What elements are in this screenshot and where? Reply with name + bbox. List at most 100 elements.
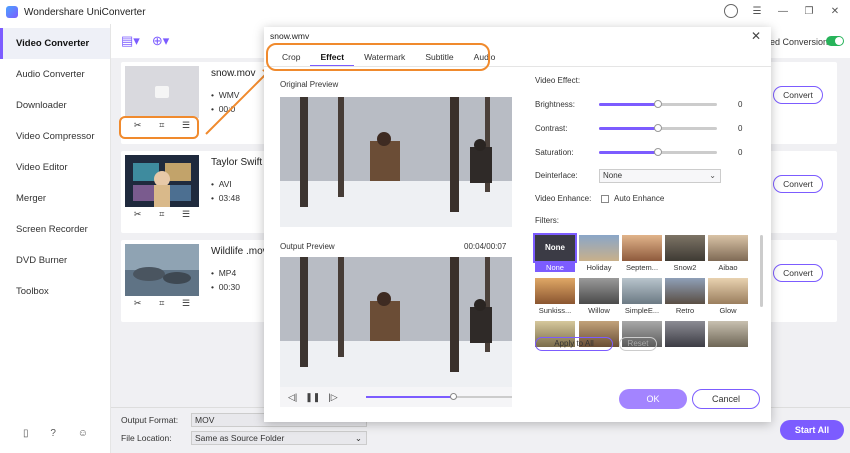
trim-icon[interactable]: ✂ (134, 298, 142, 309)
auto-enhance-label: Auto Enhance (614, 194, 665, 203)
sidebar-item-video-editor[interactable]: Video Editor (0, 152, 110, 183)
filters-scrollbar[interactable] (760, 235, 763, 307)
filter-willow[interactable]: Willow (579, 278, 619, 315)
play-icon (155, 86, 169, 98)
contrast-handle[interactable] (654, 124, 662, 132)
output-preview (280, 257, 512, 387)
sidebar-item-audio-converter[interactable]: Audio Converter (0, 59, 110, 90)
filter-name: None (535, 263, 575, 272)
account-icon[interactable] (724, 4, 738, 18)
sidebar-item-dvd-burner[interactable]: DVD Burner (0, 245, 110, 276)
help-icon[interactable]: ? (50, 428, 56, 439)
high-speed-toggle[interactable] (826, 36, 844, 46)
video-effect-label: Video Effect: (535, 76, 581, 85)
filter-simple-elegant[interactable]: SimpleE... (622, 278, 662, 315)
sidebar-item-toolbox[interactable]: Toolbox (0, 276, 110, 307)
pause-icon[interactable]: ❚❚ (305, 392, 320, 403)
window-controls: ☰ — ❐ ✕ (724, 4, 842, 18)
convert-button[interactable]: Convert (773, 86, 823, 104)
filter-holiday[interactable]: Holiday (579, 235, 619, 272)
file-location-select[interactable]: Same as Source Folder ⌄ (191, 431, 367, 445)
minimize-icon[interactable]: — (776, 6, 790, 17)
book-icon[interactable]: ▯ (23, 428, 29, 439)
app-title: Wondershare UniConverter (24, 6, 146, 18)
crop-icon[interactable]: ⌗ (159, 298, 164, 309)
effects-icon[interactable]: ☰ (182, 298, 190, 309)
start-all-button[interactable]: Start All (780, 420, 844, 440)
add-media-icon[interactable]: ⊕▾ (152, 33, 169, 49)
highlight-edit-tools (119, 116, 199, 139)
deinterlace-label: Deinterlace: (535, 171, 578, 180)
contrast-slider[interactable] (599, 124, 717, 132)
filter-september[interactable]: Septem... (622, 235, 662, 272)
saturation-handle[interactable] (654, 148, 662, 156)
file-duration: • 00:30 (211, 282, 240, 292)
sidebar: Video Converter Audio Converter Download… (0, 24, 111, 453)
filters-label: Filters: (535, 216, 559, 225)
filter-snow2[interactable]: Snow2 (665, 235, 705, 272)
convert-button[interactable]: Convert (773, 264, 823, 282)
filter-thumb (665, 321, 705, 347)
brightness-handle[interactable] (654, 100, 662, 108)
video-enhance-label: Video Enhance: (535, 194, 592, 203)
filter-name: Retro (675, 306, 695, 315)
brightness-label: Brightness: (535, 100, 576, 109)
filter-tile[interactable] (708, 321, 748, 347)
convert-button[interactable]: Convert (773, 175, 823, 193)
filter-thumb: None (533, 233, 577, 263)
filter-glow[interactable]: Glow (708, 278, 748, 315)
edit-tools: ✂ ⌗ ☰ (125, 298, 199, 309)
effects-icon[interactable]: ☰ (182, 209, 190, 220)
original-preview (280, 97, 512, 227)
filter-name: SimpleE... (624, 306, 660, 315)
prev-frame-icon[interactable]: ◁| (288, 392, 297, 403)
ok-button[interactable]: OK (619, 389, 687, 409)
sidebar-item-merger[interactable]: Merger (0, 183, 110, 214)
next-frame-icon[interactable]: |▷ (328, 392, 337, 403)
file-location-label: File Location: (121, 433, 172, 443)
filter-thumb (708, 321, 748, 347)
sidebar-item-video-compressor[interactable]: Video Compressor (0, 121, 110, 152)
thumbnail-image (125, 155, 199, 207)
user-icon[interactable]: ☺ (78, 428, 88, 439)
auto-enhance-checkbox[interactable] (601, 195, 609, 203)
deinterlace-select[interactable]: None ⌄ (599, 169, 721, 183)
player-controls: ◁| ❚❚ |▷ (280, 387, 512, 407)
saturation-slider[interactable] (599, 148, 717, 156)
menu-icon[interactable]: ☰ (750, 6, 764, 17)
filter-thumb (622, 278, 662, 304)
file-format: • MP4 (211, 268, 237, 278)
filter-retro[interactable]: Retro (665, 278, 705, 315)
cancel-button[interactable]: Cancel (692, 389, 760, 409)
filter-sunkissed[interactable]: Sunkiss... (535, 278, 575, 315)
filter-name: Willow (588, 306, 610, 315)
reset-button[interactable]: Reset (619, 337, 657, 351)
filter-thumb (535, 278, 575, 304)
seek-bar[interactable] (366, 393, 512, 400)
add-file-icon[interactable]: ▤▾ (121, 33, 140, 49)
chevron-down-icon: ⌄ (709, 171, 716, 180)
sidebar-item-screen-recorder[interactable]: Screen Recorder (0, 214, 110, 245)
sidebar-item-downloader[interactable]: Downloader (0, 90, 110, 121)
crop-icon[interactable]: ⌗ (159, 209, 164, 220)
contrast-fill (599, 127, 658, 130)
dialog-close-icon[interactable]: ✕ (751, 29, 761, 43)
timecode: 00:04/00:07 (464, 242, 507, 251)
brightness-slider[interactable] (599, 100, 717, 108)
filter-none[interactable]: None None (533, 233, 577, 272)
trim-icon[interactable]: ✂ (134, 209, 142, 220)
apply-to-all-button[interactable]: Apply to All (535, 337, 613, 351)
sidebar-footer: ▯ ? ☺ (0, 428, 111, 439)
filter-tile[interactable] (665, 321, 705, 347)
close-window-icon[interactable]: ✕ (828, 6, 842, 17)
video-thumbnail (125, 66, 199, 118)
sidebar-item-video-converter[interactable]: Video Converter (0, 28, 110, 59)
filter-name: Glow (719, 306, 737, 315)
filter-thumb (579, 235, 619, 261)
saturation-label: Saturation: (535, 148, 574, 157)
dialog-title: snow.wmv (270, 31, 310, 41)
seek-handle[interactable] (449, 393, 457, 400)
restore-icon[interactable]: ❐ (802, 6, 816, 17)
filter-aibao[interactable]: Aibao (708, 235, 748, 272)
file-duration: • 03:48 (211, 193, 240, 203)
